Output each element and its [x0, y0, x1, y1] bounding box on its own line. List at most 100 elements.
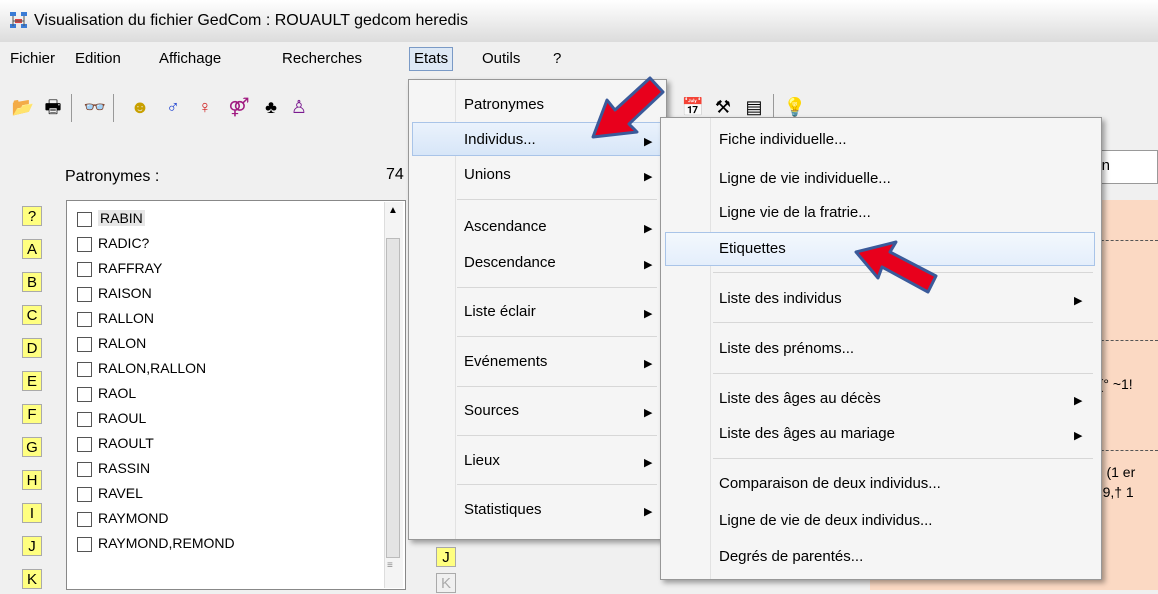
menu-item-comparaison[interactable]: Comparaison de deux individus...: [719, 475, 941, 492]
list-item[interactable]: RALLON: [77, 309, 154, 333]
menu-item-ligne-vie-fratrie[interactable]: Ligne vie de la fratrie...: [719, 204, 871, 221]
submenu-arrow-icon: ▶: [644, 259, 653, 271]
menu-etats[interactable]: Etats: [409, 47, 454, 71]
checkbox[interactable]: [77, 211, 92, 227]
list-item[interactable]: RAYMOND: [77, 509, 169, 533]
menu-edition[interactable]: Edition: [75, 50, 121, 67]
menu-help[interactable]: ?: [553, 50, 561, 67]
couple-icon[interactable]: ⚤: [226, 94, 252, 120]
submenu-arrow-icon: ▶: [644, 407, 653, 419]
open-folder-icon[interactable]: 📂: [10, 94, 36, 120]
checkbox[interactable]: [77, 336, 92, 352]
list-item[interactable]: RABIN: [77, 209, 145, 233]
smiley-icon[interactable]: ☻: [127, 94, 153, 120]
menu-separator: [713, 373, 1093, 374]
letter-button[interactable]: I: [22, 503, 42, 523]
checkbox[interactable]: [77, 511, 92, 527]
letter-button[interactable]: A: [22, 239, 42, 259]
letter-button[interactable]: J: [436, 547, 456, 567]
grip-icon: ≡: [387, 560, 393, 571]
menu-item-evenements[interactable]: Evénements: [464, 353, 547, 370]
checkbox[interactable]: [77, 386, 92, 402]
people-icon[interactable]: ♙: [286, 94, 312, 120]
menu-separator: [457, 386, 657, 387]
letter-button[interactable]: K: [436, 573, 456, 593]
menu-item-ages-mariage[interactable]: Liste des âges au mariage: [719, 425, 895, 442]
menu-item-ascendance[interactable]: Ascendance: [464, 218, 547, 235]
letter-button[interactable]: B: [22, 272, 42, 292]
male-icon[interactable]: ♂: [160, 94, 186, 120]
submenu-arrow-icon: ▶: [644, 308, 653, 320]
menu-item-descendance[interactable]: Descendance: [464, 254, 556, 271]
female-icon[interactable]: ♀: [192, 94, 218, 120]
menu-gutter: [710, 118, 711, 579]
letter-button[interactable]: ?: [22, 206, 42, 226]
checkbox[interactable]: [77, 311, 92, 327]
binoculars-icon[interactable]: 👓: [82, 94, 108, 120]
individus-submenu: Fiche individuelle... Ligne de vie indiv…: [660, 117, 1102, 580]
red-arrow-icon: [591, 76, 665, 139]
menu-item-degres-parentes[interactable]: Degrés de parentés...: [719, 548, 863, 565]
letter-button[interactable]: F: [22, 404, 42, 424]
menu-recherches[interactable]: Recherches: [282, 50, 362, 67]
menu-item-sources[interactable]: Sources: [464, 402, 519, 419]
checkbox[interactable]: [77, 286, 92, 302]
print-icon[interactable]: 🖶: [40, 94, 66, 120]
menu-item-etiquettes[interactable]: Etiquettes: [719, 240, 786, 257]
list-item[interactable]: RAYMOND,REMOND: [77, 534, 235, 558]
letter-button[interactable]: E: [22, 371, 42, 391]
menu-item-lieux[interactable]: Lieux: [464, 452, 500, 469]
letter-button[interactable]: K: [22, 569, 42, 589]
menu-item-ligne-vie-deux[interactable]: Ligne de vie de deux individus...: [719, 512, 932, 529]
menu-outils[interactable]: Outils: [482, 50, 520, 67]
letter-button[interactable]: D: [22, 338, 42, 358]
list-item[interactable]: RAOL: [77, 384, 136, 408]
list-item[interactable]: RAFFRAY: [77, 259, 162, 283]
menu-affichage[interactable]: Affichage: [159, 50, 221, 67]
family-tree-icon[interactable]: ♣: [258, 94, 284, 120]
letter-button[interactable]: H: [22, 470, 42, 490]
list-item[interactable]: RALON,RALLON: [77, 359, 206, 383]
menu-item-individus[interactable]: Individus...: [464, 131, 536, 148]
menu-item-fiche-individuelle[interactable]: Fiche individuelle...: [719, 131, 847, 148]
checkbox[interactable]: [77, 486, 92, 502]
scroll-up-icon[interactable]: ▲: [388, 205, 398, 216]
menu-item-ligne-de-vie[interactable]: Ligne de vie individuelle...: [719, 170, 891, 187]
checkbox[interactable]: [77, 461, 92, 477]
checkbox[interactable]: [77, 261, 92, 277]
menu-item-ages-deces[interactable]: Liste des âges au décès: [719, 390, 881, 407]
menu-fichier[interactable]: Fichier: [10, 50, 55, 67]
app-icon: [10, 12, 27, 28]
list-item[interactable]: RAOUL: [77, 409, 146, 433]
patronymes-label: Patronymes :: [65, 168, 160, 185]
checkbox[interactable]: [77, 236, 92, 252]
menu-item-liste-prenoms[interactable]: Liste des prénoms...: [719, 340, 854, 357]
surname-list[interactable]: RABIN RADIC? RAFFRAY RAISON RALLON RALON…: [66, 200, 406, 590]
letter-button[interactable]: J: [22, 536, 42, 556]
checkbox[interactable]: [77, 436, 92, 452]
submenu-arrow-icon: ▶: [1074, 295, 1083, 307]
menu-separator: [713, 458, 1093, 459]
scrollbar-thumb[interactable]: [386, 238, 400, 558]
menu-item-patronymes[interactable]: Patronymes: [464, 96, 544, 113]
toolbar-separator: [71, 94, 72, 122]
submenu-arrow-icon: ▶: [1074, 430, 1083, 442]
letter-button[interactable]: C: [22, 305, 42, 325]
list-item[interactable]: RAVEL: [77, 484, 143, 508]
menu-item-liste-individus[interactable]: Liste des individus: [719, 290, 842, 307]
list-item[interactable]: RASSIN: [77, 459, 150, 483]
menu-item-statistiques[interactable]: Statistiques: [464, 501, 542, 518]
menu-item-unions[interactable]: Unions: [464, 166, 511, 183]
checkbox[interactable]: [77, 536, 92, 552]
etats-menu: Patronymes Individus... ▶ Unions ▶ Ascen…: [408, 79, 667, 540]
menu-separator: [457, 484, 657, 485]
list-item[interactable]: RAOULT: [77, 434, 154, 458]
menu-item-liste-eclair[interactable]: Liste éclair: [464, 303, 536, 320]
list-item[interactable]: RALON: [77, 334, 146, 358]
letter-button[interactable]: G: [22, 437, 42, 457]
checkbox[interactable]: [77, 411, 92, 427]
list-item[interactable]: RAISON: [77, 284, 152, 308]
patronymes-count: 74: [386, 166, 404, 183]
list-item[interactable]: RADIC?: [77, 234, 149, 258]
checkbox[interactable]: [77, 361, 92, 377]
